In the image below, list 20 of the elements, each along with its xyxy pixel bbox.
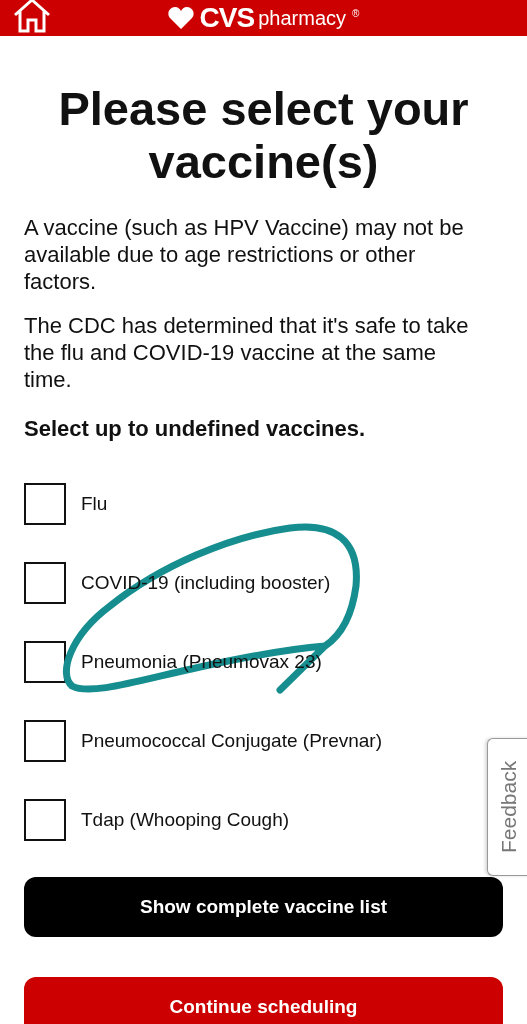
registered-mark: ® [352,8,360,19]
info-paragraph: The CDC has determined that it's safe to take the flu and COVID-19 vaccine at the same time. [24,312,470,393]
feedback-tab[interactable]: Feedback [487,738,527,876]
option-label[interactable]: Tdap (Whooping Cough) [81,809,290,831]
continue-button[interactable]: Continue scheduling [24,977,503,1024]
option-label[interactable]: Flu [81,493,108,515]
brand-name: CVS [199,4,255,32]
checkbox[interactable] [24,641,66,683]
checkbox[interactable] [24,799,66,841]
option-label[interactable]: Pneumococcal Conjugate (Prevnar) [81,730,382,752]
checkbox[interactable] [24,483,66,525]
checkbox[interactable] [24,562,66,604]
info-paragraph: A vaccine (such as HPV Vaccine) may not be available due to age restrictions or other factors. [24,214,465,295]
heart-icon [167,7,194,29]
vaccine-list-button[interactable]: Show complete vaccine list [24,877,503,937]
checkbox[interactable] [24,720,66,762]
brand-subtitle: pharmacy [258,6,346,30]
selection-limit-text: Select up to undefined vaccines. [24,415,367,442]
home-icon[interactable] [12,0,52,34]
page-title: Please select your vaccine(s) [57,82,470,188]
